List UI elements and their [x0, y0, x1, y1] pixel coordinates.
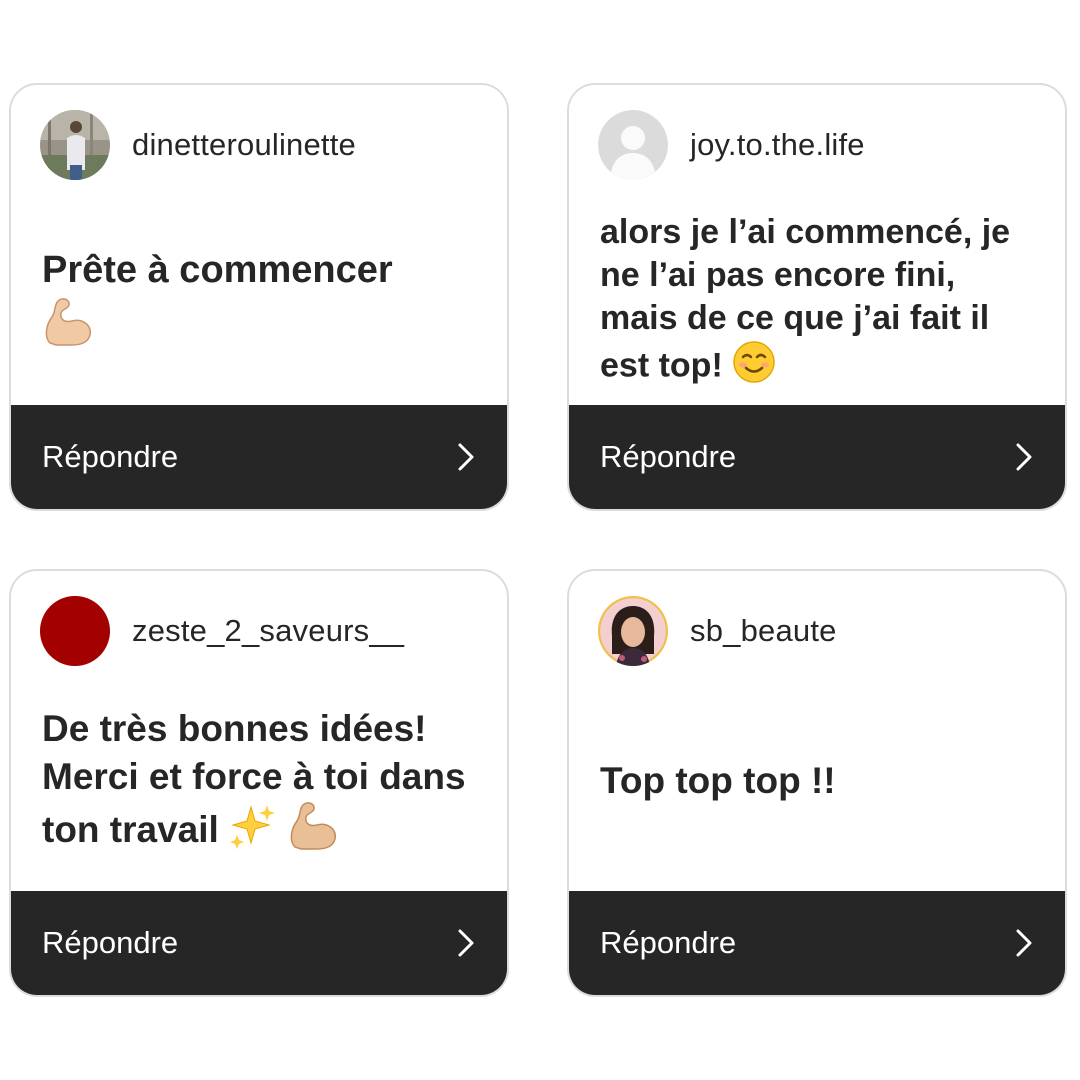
reply-bar[interactable]: Répondre [569, 891, 1065, 995]
story-reply-card: zeste_2_saveurs__ De très bonnes idées! … [9, 569, 509, 997]
reply-label: Répondre [42, 439, 179, 474]
chevron-right-icon [1016, 929, 1032, 957]
chevron-right-icon [458, 929, 474, 957]
message-text: Top top top !! [600, 757, 1041, 805]
username[interactable]: dinetteroulinette [132, 127, 356, 163]
avatar[interactable] [598, 596, 668, 666]
message-body: alors je l’ai commencé, je ne l’ai pas e… [600, 213, 1011, 385]
default-avatar-icon [598, 110, 668, 180]
reply-label: Répondre [42, 925, 179, 960]
message-body: Prête à commencer [42, 249, 393, 291]
reply-bar[interactable]: Répondre [11, 891, 507, 995]
card-header: zeste_2_saveurs__ [40, 596, 404, 666]
story-reply-card: sb_beaute Top top top !! Répondre [567, 569, 1067, 997]
avatar[interactable] [40, 110, 110, 180]
message-text: Prête à commencer [42, 247, 483, 358]
reply-label: Répondre [600, 439, 737, 474]
card-header: sb_beaute [598, 596, 837, 666]
flexed-biceps-emoji [287, 801, 339, 863]
flexed-biceps-emoji [42, 297, 94, 358]
reply-bar[interactable]: Répondre [569, 405, 1065, 509]
avatar-photo [40, 110, 110, 180]
message-body: Top top top !! [600, 760, 836, 801]
avatar-photo [598, 596, 668, 666]
story-reply-card: joy.to.the.life alors je l’ai commencé, … [567, 83, 1067, 511]
message-text: alors je l’ai commencé, je ne l’ai pas e… [600, 211, 1041, 395]
card-header: joy.to.the.life [598, 110, 865, 180]
username[interactable]: sb_beaute [690, 613, 837, 649]
chevron-right-icon [458, 443, 474, 471]
card-header: dinetteroulinette [40, 110, 356, 180]
story-reply-card: dinetteroulinette Prête à commencer Répo… [9, 83, 509, 511]
chevron-right-icon [1016, 443, 1032, 471]
username[interactable]: joy.to.the.life [690, 127, 865, 163]
username[interactable]: zeste_2_saveurs__ [132, 613, 404, 649]
avatar[interactable] [598, 110, 668, 180]
avatar[interactable] [40, 596, 110, 666]
reply-label: Répondre [600, 925, 737, 960]
smiling-face-emoji [732, 340, 776, 395]
reply-bar[interactable]: Répondre [11, 405, 507, 509]
message-text: De très bonnes idées! Merci et force à t… [42, 705, 483, 863]
sparkles-emoji [229, 803, 277, 861]
